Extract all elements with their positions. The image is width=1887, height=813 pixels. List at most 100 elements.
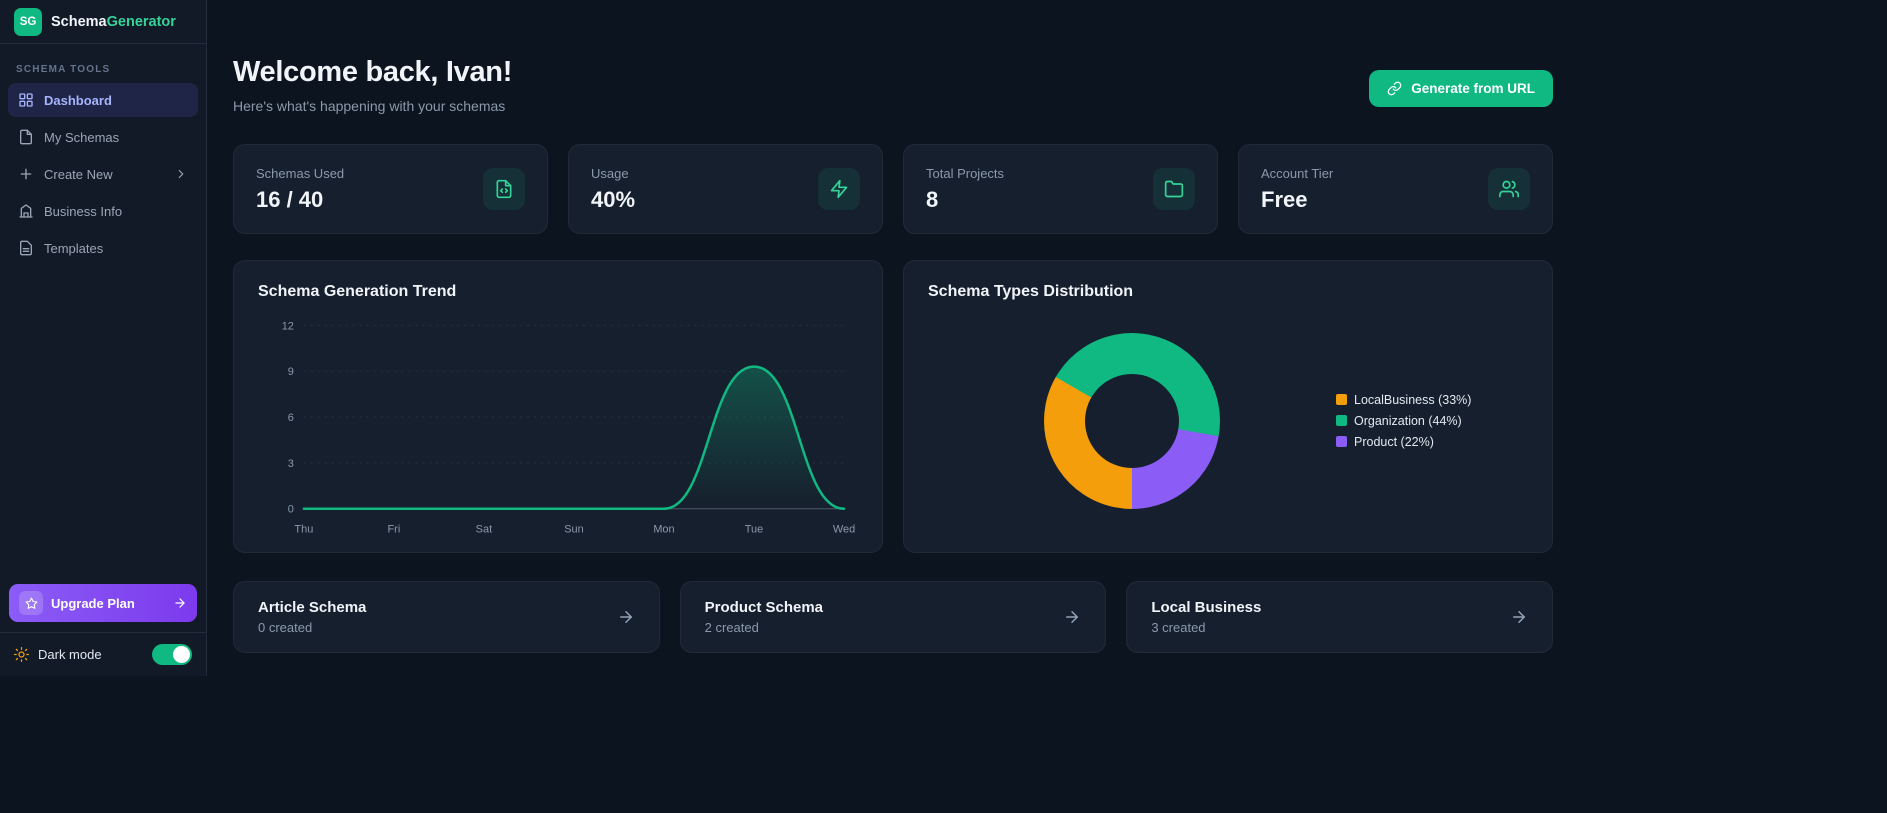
donut-chart <box>1044 332 1220 509</box>
stat-value: 8 <box>926 186 939 212</box>
svg-text:12: 12 <box>282 320 294 332</box>
sidebar-nav: Dashboard My Schemas Create New Business… <box>0 83 206 265</box>
stat-text: Schemas Used 16 / 40 <box>256 166 344 213</box>
arrow-right-icon <box>1510 608 1528 626</box>
stat-card-total-projects: Total Projects 8 <box>903 144 1218 234</box>
quick-card-title: Article Schema <box>258 599 367 616</box>
svg-text:Thu: Thu <box>294 524 313 536</box>
dark-mode-label: Dark mode <box>38 647 102 662</box>
page-header: Welcome back, Ivan! Here's what's happen… <box>233 56 1553 114</box>
zap-icon <box>818 168 860 210</box>
legend-item: LocalBusiness (33%) <box>1336 393 1528 407</box>
sidebar-item-label: Create New <box>44 166 113 182</box>
quick-card-subtitle: 0 created <box>258 620 313 635</box>
building-icon <box>18 203 34 219</box>
quick-card-local-business[interactable]: Local Business 3 created <box>1126 581 1553 653</box>
arrow-right-icon <box>1063 608 1081 626</box>
toggle-knob <box>173 646 190 663</box>
upgrade-plan-label: Upgrade Plan <box>51 595 135 611</box>
svg-text:0: 0 <box>288 504 294 516</box>
sidebar-item-label: Dashboard <box>44 92 112 108</box>
donut-hole <box>1085 373 1179 468</box>
dark-mode-toggle[interactable] <box>152 644 192 665</box>
sidebar-item-my-schemas[interactable]: My Schemas <box>8 120 198 154</box>
sidebar-item-label: My Schemas <box>44 129 120 145</box>
sidebar-section-label: SCHEMA TOOLS <box>16 64 111 75</box>
svg-text:9: 9 <box>288 366 294 378</box>
app-name-accent: Generator <box>106 13 176 30</box>
donut-area <box>928 332 1336 509</box>
stat-text: Usage 40% <box>591 166 635 213</box>
users-icon <box>1488 168 1530 210</box>
stat-value: Free <box>1261 186 1308 212</box>
app-name: SchemaGenerator <box>51 14 176 30</box>
app-brand: SG SchemaGenerator <box>0 0 206 44</box>
sidebar-item-label: Templates <box>44 240 104 256</box>
svg-text:3: 3 <box>288 458 294 470</box>
donut-wrap: LocalBusiness (33%) Organization (44%) Pro… <box>928 313 1528 528</box>
svg-text:Wed: Wed <box>833 524 855 536</box>
quick-card-text: Article Schema 0 created <box>258 599 366 635</box>
stat-value: 40% <box>591 186 636 212</box>
arrow-right-icon <box>173 596 187 610</box>
generate-from-url-button[interactable]: Generate from URL <box>1369 70 1553 107</box>
trend-chart-card: Schema Generation Trend 0 3 6 9 12 Thu Fri Sat S… <box>233 260 883 553</box>
stat-label: Account Tier <box>1261 165 1334 181</box>
svg-text:Tue: Tue <box>745 524 763 536</box>
sidebar-bottom: Upgrade Plan Dark mode <box>0 576 206 676</box>
sidebar-item-label: Business Info <box>44 203 123 219</box>
stat-card-account-tier: Account Tier Free <box>1238 144 1553 234</box>
stat-label: Total Projects <box>926 165 1005 181</box>
sidebar-item-dashboard[interactable]: Dashboard <box>8 83 198 117</box>
quick-card-title: Product Schema <box>704 599 824 616</box>
page-subtitle: Here's what's happening with your schema… <box>233 98 506 114</box>
generate-from-url-label: Generate from URL <box>1411 81 1535 96</box>
legend-item: Organization (44%) <box>1336 414 1528 428</box>
trend-area-chart: 0 3 6 9 12 Thu Fri Sat Sun Mon Tue Wed <box>258 313 858 541</box>
dark-mode-row: Dark mode <box>0 632 206 676</box>
sidebar-item-business-info[interactable]: Business Info <box>8 194 198 228</box>
stat-text: Total Projects 8 <box>926 166 1004 213</box>
file-icon <box>18 129 34 145</box>
sidebar-item-create-new[interactable]: Create New <box>8 157 198 191</box>
folder-icon <box>1153 168 1195 210</box>
svg-text:Mon: Mon <box>653 524 674 536</box>
sidebar: SG SchemaGenerator SCHEMA TOOLS Dashboar… <box>0 0 207 676</box>
legend-swatch <box>1336 415 1347 426</box>
stat-label: Schemas Used <box>256 165 345 181</box>
chevron-right-icon <box>174 167 188 181</box>
sidebar-item-templates[interactable]: Templates <box>8 231 198 265</box>
quick-card-subtitle: 2 created <box>704 620 759 635</box>
grid-icon <box>18 92 34 108</box>
arrow-right-icon <box>617 608 635 626</box>
legend-item: Product (22%) <box>1336 435 1528 449</box>
quick-card-product-schema[interactable]: Product Schema 2 created <box>679 581 1107 653</box>
stat-label: Usage <box>591 165 629 181</box>
quick-card-text: Local Business 3 created <box>1151 599 1261 635</box>
quick-card-subtitle: 3 created <box>1151 620 1206 635</box>
chart-legend: LocalBusiness (33%) Organization (44%) Pro… <box>1336 393 1528 449</box>
app-logo: SG <box>14 7 42 36</box>
main-area: Welcome back, Ivan! Here's what's happen… <box>207 0 1887 813</box>
main-content: Welcome back, Ivan! Here's what's happen… <box>233 56 1553 653</box>
quick-card-article-schema[interactable]: Article Schema 0 created <box>233 581 660 653</box>
star-icon <box>19 591 43 615</box>
stat-card-usage: Usage 40% <box>568 144 883 234</box>
svg-text:Sat: Sat <box>476 524 492 536</box>
stat-card-schemas-used: Schemas Used 16 / 40 <box>233 144 548 234</box>
trend-chart-title: Schema Generation Trend <box>258 283 457 300</box>
welcome-block: Welcome back, Ivan! Here's what's happen… <box>233 56 512 114</box>
plus-icon <box>18 166 34 182</box>
sun-icon <box>14 647 29 662</box>
distribution-chart-title: Schema Types Distribution <box>928 283 1134 300</box>
stat-value: 16 / 40 <box>256 186 324 212</box>
quick-card-text: Product Schema 2 created <box>705 599 823 635</box>
page-title: Welcome back, Ivan! <box>233 56 513 88</box>
upgrade-plan-button[interactable]: Upgrade Plan <box>9 584 197 622</box>
app-name-primary: Schema <box>51 13 107 30</box>
svg-text:6: 6 <box>288 412 294 424</box>
legend-label: LocalBusiness (33%) <box>1354 392 1472 407</box>
legend-label: Organization (44%) <box>1354 413 1462 428</box>
charts-row: Schema Generation Trend 0 3 6 9 12 Thu Fri Sat S… <box>233 260 1553 553</box>
stats-grid: Schemas Used 16 / 40 Usage 40% Total Pro… <box>233 144 1553 234</box>
